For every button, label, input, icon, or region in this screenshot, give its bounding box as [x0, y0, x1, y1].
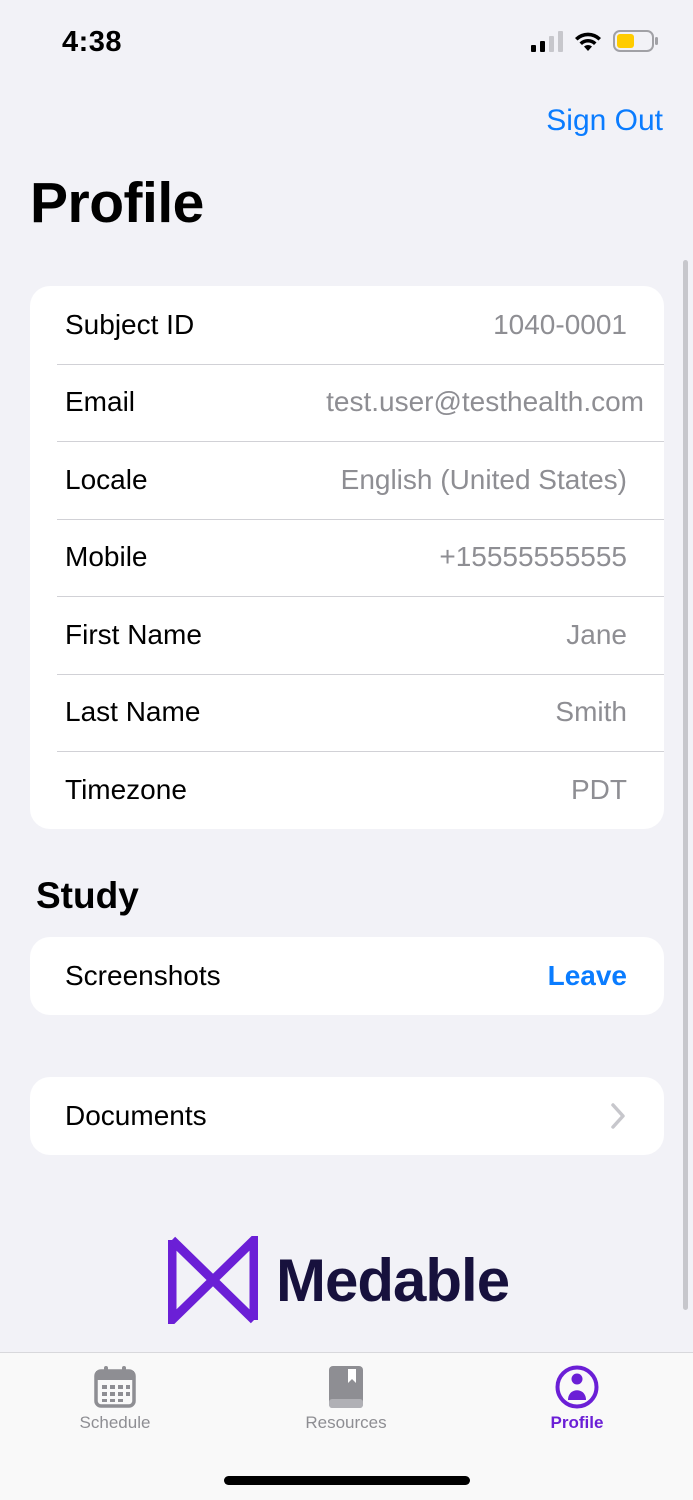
tab-label: Profile: [550, 1413, 604, 1432]
row-value: test.user@testhealth.com: [326, 386, 644, 418]
profile-screen: 4:38 Sign Out Profile Subject ID 1040-00…: [0, 0, 693, 1500]
tab-resources[interactable]: Resources: [266, 1365, 426, 1433]
row-value: 1040-0001: [493, 308, 627, 340]
email-row: Email test.user@testhealth.com: [30, 363, 664, 442]
medable-logo: Medable: [168, 1236, 510, 1324]
wifi-icon: [575, 32, 601, 51]
study-section-header: Study: [36, 875, 139, 916]
medable-logo-text: Medable: [276, 1246, 510, 1314]
locale-row: Locale English (United States): [30, 441, 664, 519]
profile-info-card: Subject ID 1040-0001 Email test.user@tes…: [30, 286, 664, 829]
row-label: Subject ID: [65, 308, 195, 340]
row-label: Locale: [65, 463, 148, 495]
medable-logo-mark-icon: [168, 1236, 258, 1324]
cellular-signal-icon: [531, 31, 563, 52]
scroll-indicator[interactable]: [683, 260, 688, 1310]
study-card: Screenshots Leave: [30, 937, 664, 1015]
tab-label: Resources: [305, 1413, 387, 1432]
tab-profile[interactable]: Profile: [497, 1365, 657, 1433]
row-value: PDT: [571, 773, 627, 805]
sign-out-button[interactable]: Sign Out: [546, 104, 663, 138]
tab-label: Schedule: [79, 1413, 151, 1432]
first-name-row: First Name Jane: [30, 596, 664, 674]
documents-label: Documents: [65, 1099, 207, 1131]
leave-study-button[interactable]: Leave: [548, 960, 627, 992]
row-value: Jane: [566, 618, 627, 650]
home-indicator[interactable]: [224, 1476, 470, 1485]
row-label: First Name: [65, 618, 202, 650]
mobile-row: Mobile +15555555555: [30, 518, 664, 597]
person-icon: [555, 1365, 599, 1409]
page-title: Profile: [30, 171, 204, 235]
row-value: English (United States): [340, 463, 627, 495]
documents-row[interactable]: Documents: [30, 1077, 664, 1155]
chevron-right-icon: [611, 1103, 625, 1129]
row-label: Timezone: [65, 773, 187, 805]
last-name-row: Last Name Smith: [30, 673, 664, 752]
battery-icon: [613, 30, 658, 52]
row-value: Smith: [555, 696, 627, 728]
row-value: +15555555555: [439, 541, 627, 573]
study-name: Screenshots: [65, 959, 221, 991]
row-label: Email: [65, 386, 136, 418]
tab-schedule[interactable]: Schedule: [35, 1365, 195, 1433]
subject-id-row: Subject ID 1040-0001: [30, 286, 664, 364]
row-label: Mobile: [65, 541, 148, 573]
row-label: Last Name: [65, 696, 201, 728]
timezone-row: Timezone PDT: [30, 751, 664, 829]
status-icons: [531, 30, 659, 52]
book-icon: [329, 1366, 363, 1408]
calendar-icon: [94, 1366, 136, 1408]
status-time: 4:38: [62, 26, 123, 58]
documents-card[interactable]: Documents: [30, 1077, 664, 1155]
study-row: Screenshots Leave: [30, 937, 664, 1015]
